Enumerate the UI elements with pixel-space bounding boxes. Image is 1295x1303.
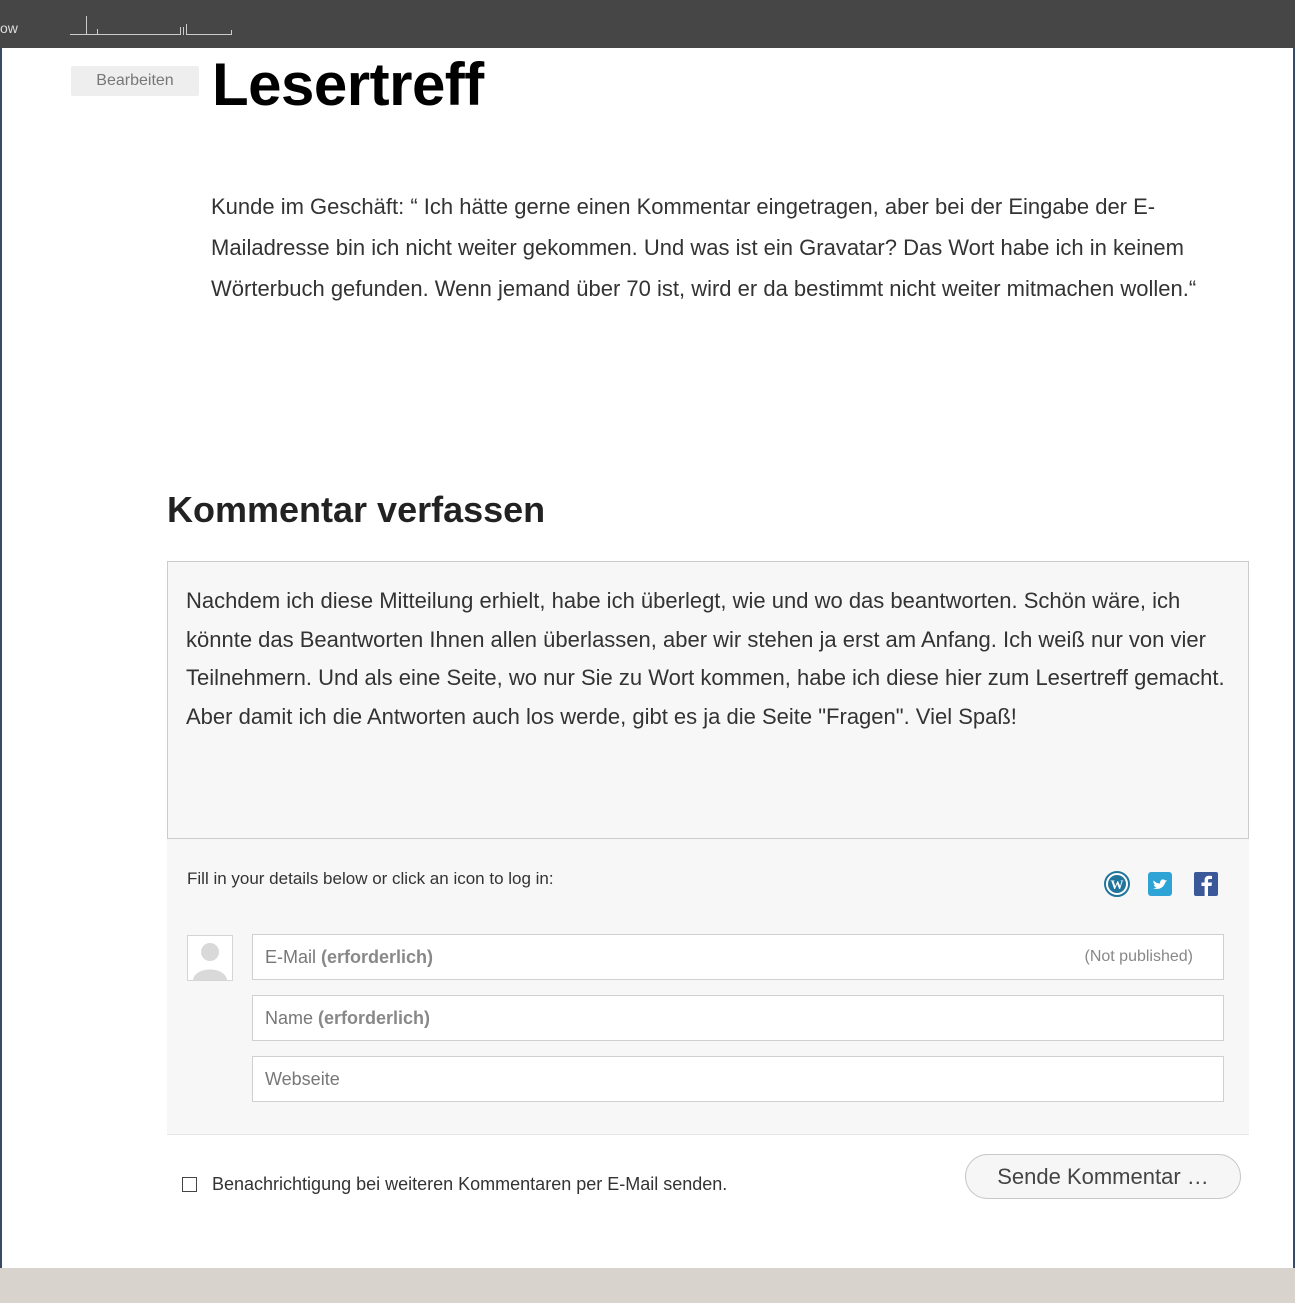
admin-bar: ow <box>0 0 1295 48</box>
email-field[interactable]: E-Mail (erforderlich) (Not published) <box>252 934 1224 980</box>
facebook-icon[interactable] <box>1193 871 1219 897</box>
admin-bar-label[interactable]: ow <box>0 20 18 36</box>
email-label: E-Mail <box>265 947 317 967</box>
comment-form-heading: Kommentar verfassen <box>167 489 546 530</box>
subscribe-option[interactable]: Benachrichtigung bei weiteren Kommentare… <box>182 1174 727 1195</box>
twitter-icon[interactable] <box>1147 871 1173 897</box>
name-placeholder: Name (erforderlich) <box>265 1008 430 1029</box>
login-hint: Fill in your details below or click an i… <box>187 869 554 888</box>
edit-button[interactable]: Bearbeiten <box>71 66 199 96</box>
subscribe-label: Benachrichtigung bei weiteren Kommentare… <box>212 1174 728 1194</box>
subscribe-checkbox[interactable] <box>182 1177 197 1192</box>
comment-textarea[interactable]: Nachdem ich diese Mitteilung erhielt, ha… <box>167 561 1249 839</box>
comment-details-panel: Fill in your details below or click an i… <box>167 839 1249 1135</box>
avatar <box>187 935 233 981</box>
page-title: Lesertreff <box>212 51 484 118</box>
submit-comment-button[interactable]: Sende Kommentar … <box>965 1154 1241 1199</box>
default-avatar-icon <box>188 936 232 980</box>
wordpress-icon[interactable]: W <box>1104 871 1130 897</box>
email-note: (Not published) <box>1084 948 1194 965</box>
intro-paragraph: Kunde im Geschäft: “ Ich hätte gerne ein… <box>211 194 1197 301</box>
name-required: (erforderlich) <box>318 1008 431 1028</box>
website-field[interactable]: Webseite <box>252 1056 1224 1102</box>
name-label: Name <box>265 1008 314 1028</box>
website-placeholder: Webseite <box>265 1069 340 1089</box>
svg-text:W: W <box>1111 877 1124 892</box>
email-placeholder: E-Mail (erforderlich) <box>265 947 433 968</box>
window-frame-left <box>0 0 2 1303</box>
email-required: (erforderlich) <box>321 947 434 967</box>
name-field[interactable]: Name (erforderlich) <box>252 995 1224 1041</box>
comment-textarea-content[interactable]: Nachdem ich diese Mitteilung erhielt, ha… <box>186 582 1226 736</box>
stats-sparkline-icon[interactable] <box>70 14 235 36</box>
footer-bar <box>0 1268 1295 1303</box>
